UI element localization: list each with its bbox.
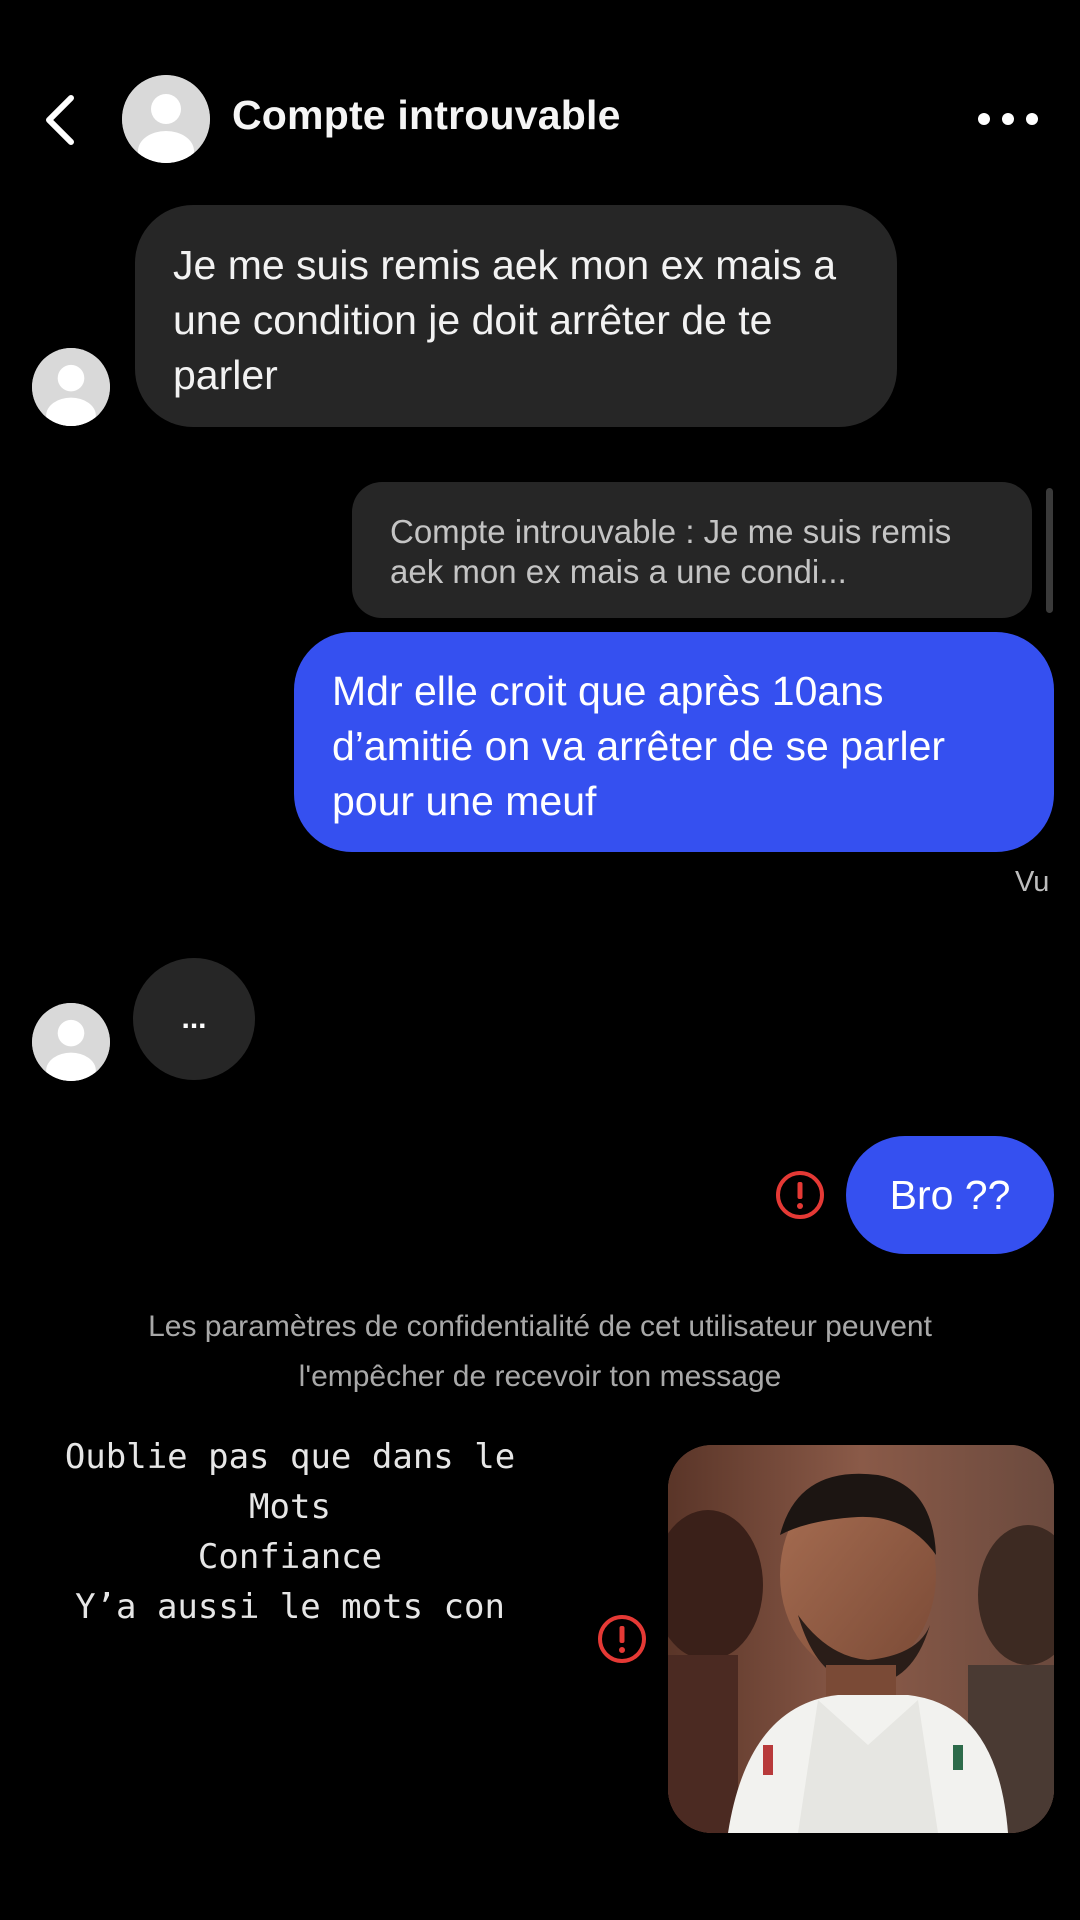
basketball-player-photo — [668, 1445, 1054, 1833]
reply-quote[interactable]: Compte introuvable : Je me suis remis ae… — [352, 482, 1032, 618]
caption-line: Mots — [249, 1487, 331, 1527]
photo-message[interactable] — [668, 1445, 1054, 1833]
chat-title[interactable]: Compte introuvable — [232, 92, 621, 139]
privacy-warning: Les paramètres de confidentialité de cet… — [148, 1310, 932, 1393]
caption-line: Y’a aussi le mots con — [75, 1587, 505, 1627]
reply-indicator-bar — [1046, 488, 1053, 613]
header-avatar[interactable] — [122, 75, 210, 163]
default-avatar-icon — [32, 1003, 110, 1081]
seen-status: Vu — [1015, 866, 1050, 898]
more-horizontal-icon — [978, 113, 990, 125]
more-options-button[interactable] — [978, 105, 1038, 133]
default-avatar-icon — [32, 348, 110, 426]
error-icon[interactable] — [775, 1170, 825, 1220]
back-button[interactable] — [38, 90, 82, 150]
outgoing-message[interactable]: Mdr elle croit que après 10ans d’amitié … — [294, 632, 1054, 852]
caption-line: Oublie pas que dans le — [64, 1437, 516, 1477]
caption-line: Confiance — [197, 1537, 383, 1577]
more-dot — [1026, 113, 1038, 125]
incoming-message[interactable]: Je me suis remis aek mon ex mais a une c… — [135, 205, 897, 427]
default-avatar-icon — [122, 75, 210, 163]
sender-avatar[interactable] — [32, 348, 110, 426]
more-dot — [1002, 113, 1014, 125]
outgoing-message[interactable]: Bro ?? — [846, 1136, 1054, 1254]
typing-indicator: ... — [133, 958, 255, 1080]
caption-overlay: Oublie pas que dans le Mots Confiance Y’… — [40, 1432, 540, 1632]
sender-avatar[interactable] — [32, 1003, 110, 1081]
chevron-left-icon — [46, 95, 74, 145]
error-icon[interactable] — [597, 1614, 647, 1664]
